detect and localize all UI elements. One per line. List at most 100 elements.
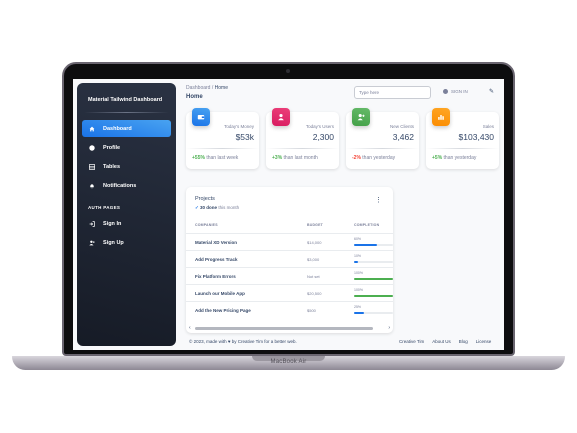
chart-icon — [432, 108, 450, 126]
sign-in-link[interactable]: SIGN IN — [443, 89, 468, 94]
stat-value: 3,462 — [392, 132, 414, 142]
stat-footer: +3% than last month — [272, 155, 318, 161]
projects-subtitle-text: this month — [218, 205, 240, 210]
progress-fill — [354, 261, 358, 263]
completion-progress-bar — [354, 295, 393, 297]
breadcrumb-separator: / — [211, 85, 214, 91]
progress-fill — [354, 312, 364, 314]
stat-change: +5% — [432, 155, 443, 161]
stat-footer: +55% than last week — [192, 155, 238, 161]
sidebar-item-label: Sign In — [103, 220, 122, 227]
card-divider — [426, 148, 499, 149]
footer-link-license[interactable]: License — [476, 339, 492, 344]
column-header-budget[interactable]: BUDGET — [307, 223, 323, 227]
completion-progress-bar — [354, 244, 393, 246]
search-input[interactable] — [354, 86, 431, 99]
sign-in-icon — [89, 220, 95, 227]
stat-label: Today's Users — [305, 124, 334, 129]
sidebar-item-label: Notifications — [103, 182, 137, 189]
stat-value: $103,430 — [458, 132, 494, 142]
sidebar-item-label: Sign Up — [103, 239, 124, 246]
budget-value: $14,000 — [307, 240, 322, 245]
company-name: Add Progress Track — [195, 257, 238, 262]
stat-value: $53k — [235, 132, 254, 142]
sidebar-item-notifications[interactable]: Notifications — [82, 177, 171, 194]
stat-change-text: than yesterday — [362, 155, 396, 161]
table-row[interactable]: Add the New Pricing Page $500 25% — [186, 301, 393, 318]
more-vertical-icon[interactable]: ⋮ — [375, 196, 382, 204]
completion-value: 60% — [354, 237, 362, 241]
completion-value: 25% — [354, 305, 362, 309]
breadcrumb-current: Home — [214, 85, 228, 91]
completion-progress-bar — [354, 312, 393, 314]
stat-label: New Clients — [389, 124, 414, 129]
stat-change-text: than last week — [206, 155, 239, 161]
device-label: MacBook Air — [270, 359, 307, 365]
card-divider — [186, 148, 259, 149]
completion-progress-bar — [354, 278, 393, 280]
table-row[interactable]: Material XD Version $14,000 60% — [186, 233, 393, 250]
stat-card-money: Today's Money $53k +55% than last week — [186, 108, 259, 169]
stat-change-text: than last month — [283, 155, 318, 161]
company-name: Material XD Version — [195, 240, 238, 245]
screen: Material Tailwind Dashboard Dashboard Pr… — [73, 79, 504, 350]
sidebar-item-sign-in[interactable]: Sign In — [82, 215, 171, 232]
sidebar-item-profile[interactable]: Profile — [82, 139, 171, 156]
breadcrumb: Dashboard / Home — [186, 85, 228, 91]
sidebar-brand[interactable]: Material Tailwind Dashboard — [77, 83, 176, 112]
projects-title: Projects — [195, 196, 215, 202]
completion-value: 100% — [354, 271, 363, 275]
webcam — [286, 69, 290, 73]
completion-value: 100% — [354, 288, 363, 292]
user-plus-icon — [89, 240, 95, 246]
sidebar-item-label: Tables — [103, 163, 121, 170]
progress-fill — [354, 295, 393, 297]
budget-value: $500 — [307, 308, 316, 313]
company-name: Add the New Pricing Page — [195, 308, 251, 313]
user-circle-icon — [443, 89, 448, 94]
page-title: Home — [186, 94, 203, 100]
table-row[interactable]: Fix Platform Errors Not set 100% — [186, 267, 393, 284]
sidebar: Material Tailwind Dashboard Dashboard Pr… — [77, 83, 176, 346]
stat-card-users: Today's Users 2,300 +3% than last month — [266, 108, 339, 169]
sidebar-item-dashboard[interactable]: Dashboard — [82, 120, 171, 137]
scrollbar-thumb[interactable] — [195, 327, 373, 330]
budget-value: $3,000 — [307, 257, 320, 262]
sidebar-item-tables[interactable]: Tables — [82, 158, 171, 175]
footer-link-blog[interactable]: Blog — [459, 339, 468, 344]
stat-change: +3% — [272, 155, 283, 161]
footer-links: Creative Tim About Us Blog License — [399, 339, 491, 344]
user-plus-icon — [352, 108, 370, 126]
table-row[interactable]: Add Progress Track $3,000 10% — [186, 250, 393, 267]
breadcrumb-parent[interactable]: Dashboard — [186, 85, 210, 91]
stat-label: Today's Money — [224, 124, 254, 129]
card-divider — [266, 148, 339, 149]
progress-fill — [354, 278, 393, 280]
column-header-completion[interactable]: COMPLETION — [354, 223, 379, 227]
chevron-right-icon[interactable]: › — [388, 325, 390, 331]
wallet-icon — [192, 108, 210, 126]
bell-icon — [89, 183, 95, 189]
company-name: Fix Platform Errors — [195, 274, 236, 279]
table-header: COMPANIES BUDGET COMPLETION — [186, 223, 393, 233]
home-icon — [89, 126, 95, 132]
card-divider — [346, 148, 419, 149]
sidebar-item-sign-up[interactable]: Sign Up — [82, 234, 171, 251]
column-header-companies[interactable]: COMPANIES — [195, 223, 218, 227]
chevron-left-icon[interactable]: ‹ — [189, 325, 191, 331]
stat-card-clients: New Clients 3,462 -2% than yesterday — [346, 108, 419, 169]
completion-progress-bar — [354, 261, 393, 263]
footer-copyright: © 2023, made with ♥ by Creative Tim for … — [189, 339, 297, 344]
stat-value: 2,300 — [312, 132, 334, 142]
footer-link-about-us[interactable]: About Us — [432, 339, 451, 344]
company-name: Launch our Mobile App — [195, 291, 245, 296]
table-row[interactable]: Launch our Mobile App $20,500 100% — [186, 284, 393, 301]
sidebar-item-label: Dashboard — [103, 125, 132, 132]
footer-link-creative-tim[interactable]: Creative Tim — [399, 339, 424, 344]
gear-icon[interactable]: ✎ — [489, 88, 494, 95]
projects-done-count: 30 done — [200, 205, 218, 210]
horizontal-scrollbar[interactable]: ‹ › — [189, 325, 390, 331]
budget-value: Not set — [307, 274, 320, 279]
progress-fill — [354, 244, 378, 246]
user-icon — [272, 108, 290, 126]
